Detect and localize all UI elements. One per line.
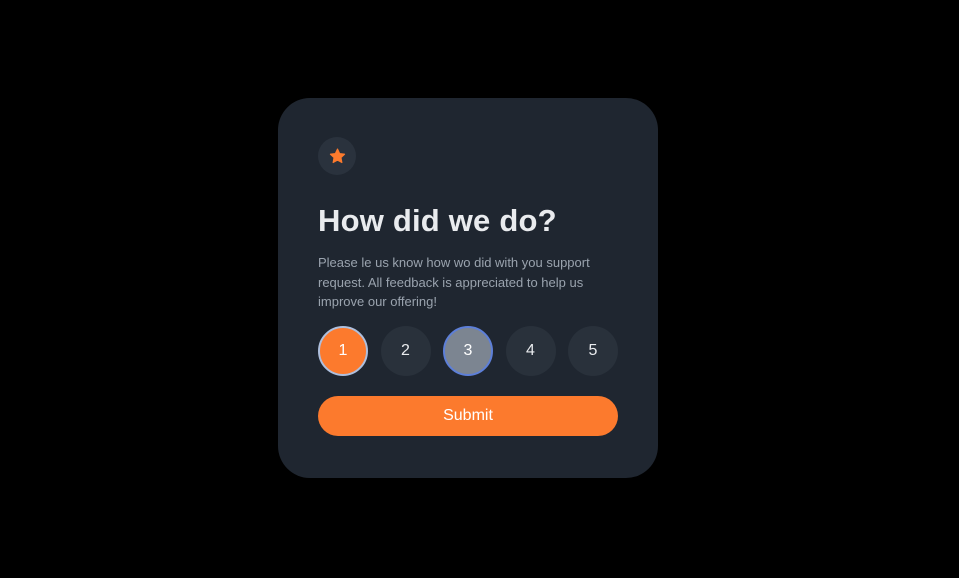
rating-options: 1 2 3 4 5 [318, 325, 618, 376]
star-icon [329, 148, 346, 164]
rating-button-2[interactable]: 2 [380, 325, 431, 376]
card-description: Please le us know how wo did with you su… [318, 255, 590, 309]
rating-button-3[interactable]: 3 [443, 325, 493, 376]
card-title: How did we do? [318, 203, 557, 238]
star-badge [318, 137, 356, 175]
submit-button[interactable]: Submit [318, 395, 618, 436]
rating-button-4[interactable]: 4 [505, 325, 556, 376]
rating-card: How did we do? Please le us know how wo … [278, 98, 658, 478]
rating-button-1[interactable]: 1 [318, 325, 368, 376]
rating-button-5[interactable]: 5 [568, 325, 618, 376]
